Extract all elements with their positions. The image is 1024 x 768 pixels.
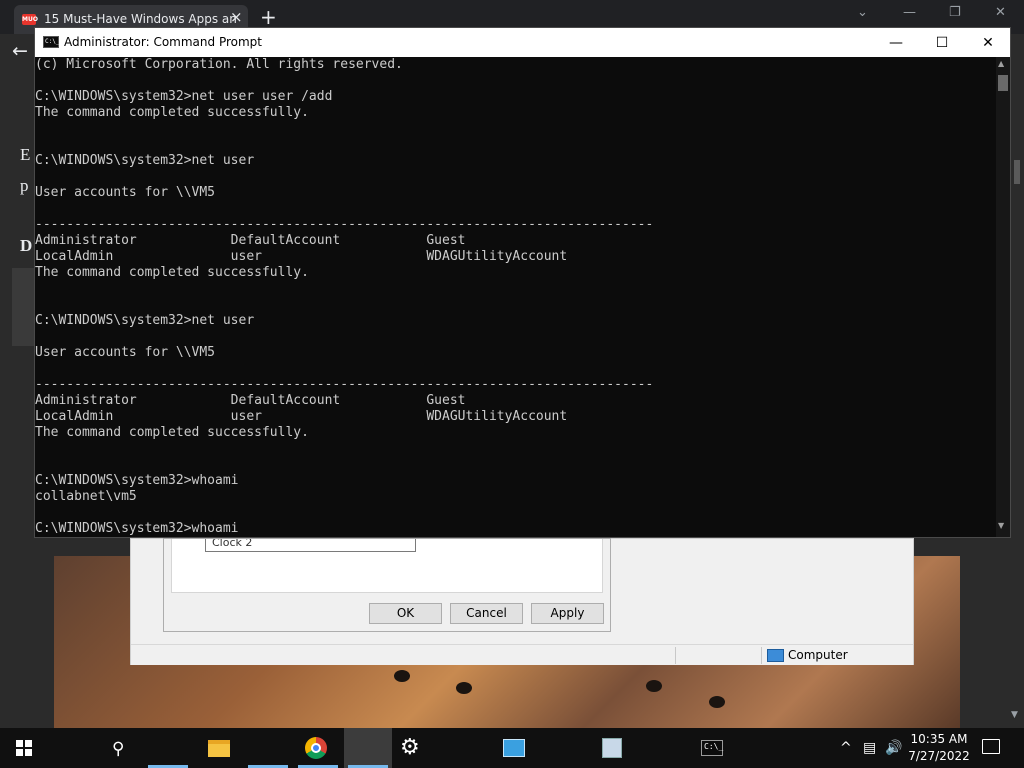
taskbar-date-time-settings[interactable]: [294, 728, 622, 768]
article-heading-fragment: D: [20, 236, 33, 255]
browser-restore-icon[interactable]: ❐: [949, 5, 961, 20]
date-time-settings-icon: [602, 738, 622, 758]
cmd-icon: C:\_: [701, 740, 723, 756]
carousel-prev-button[interactable]: [12, 268, 36, 346]
windows-logo-icon: [16, 740, 32, 756]
status-bar: Computer: [131, 644, 913, 665]
gear-icon: ⚙: [400, 735, 420, 760]
chevron-down-icon[interactable]: ⌄: [857, 5, 868, 20]
console-line: C:\WINDOWS\system32>net user user /add: [35, 89, 333, 104]
console-line: (c) Microsoft Corporation. All rights re…: [35, 57, 403, 72]
console-line: LocalAdmin user WDAGUtilityAccount: [35, 249, 568, 264]
browser-tab-title: 15 Must-Have Windows Apps an: [44, 12, 237, 26]
console-line: C:\WINDOWS\system32>net user: [35, 313, 255, 328]
article-text-fragment: E: [20, 145, 31, 164]
back-arrow-icon[interactable]: ←: [12, 40, 28, 62]
tray-chevron-icon[interactable]: ^: [840, 728, 852, 768]
volume-icon[interactable]: 🔊: [885, 728, 902, 768]
console-line: C:\WINDOWS\system32>net user: [35, 153, 255, 168]
clock-time: 10:35 AM: [910, 732, 968, 746]
clock-settings-dialog: Clock 2 OK Cancel Apply: [163, 538, 611, 632]
console-line: ----------------------------------------…: [35, 377, 654, 392]
console-line: C:\WINDOWS\system32>whoami: [35, 521, 239, 536]
network-icon[interactable]: ▤: [863, 728, 876, 768]
fox-eye: [646, 680, 662, 692]
notification-icon[interactable]: [982, 739, 1000, 754]
status-divider: [761, 647, 762, 664]
browser-close-icon[interactable]: ✕: [995, 5, 1006, 20]
scroll-down-icon[interactable]: ▼: [998, 521, 1004, 530]
fox-eye: [709, 696, 725, 708]
taskbar-file-explorer[interactable]: [96, 728, 230, 768]
console-line: Administrator DefaultAccount Guest: [35, 393, 466, 408]
taskbar: ⚲ ⚙ C:\_ ^ ▤ 🔊 10:35 AM 7/27/2022: [0, 728, 1024, 768]
scroll-down-icon[interactable]: ▼: [1011, 710, 1018, 720]
console-scrollbar-thumb[interactable]: [998, 75, 1008, 91]
close-icon[interactable]: ✕: [965, 32, 1011, 54]
console-line: User accounts for \\VM5: [35, 345, 216, 360]
minimize-icon[interactable]: —: [873, 32, 919, 54]
dialog-group-box: Clock 2: [171, 539, 603, 593]
console-output[interactable]: (c) Microsoft Corporation. All rights re…: [35, 57, 996, 537]
clock-name-field[interactable]: Clock 2: [205, 539, 416, 552]
taskbar-settings[interactable]: ⚙: [192, 728, 420, 768]
fox-eye: [456, 682, 472, 694]
command-prompt-window[interactable]: C:\_ Administrator: Command Prompt — ☐ ✕…: [34, 27, 1011, 538]
control-panel-icon: [503, 739, 525, 757]
ok-button[interactable]: OK: [369, 603, 442, 624]
article-text-fragment: p: [20, 176, 29, 195]
console-line: Administrator DefaultAccount Guest: [35, 233, 466, 248]
console-line: C:\WINDOWS\system32>whoami: [35, 473, 239, 488]
console-line: The command completed successfully.: [35, 425, 309, 440]
new-tab-button[interactable]: +: [260, 5, 277, 29]
maximize-icon[interactable]: ☐: [919, 32, 965, 54]
taskbar-command-prompt[interactable]: C:\_: [344, 728, 723, 768]
console-line: The command completed successfully.: [35, 105, 309, 120]
console-scrollbar[interactable]: ▲ ▼: [996, 57, 1010, 537]
console-line: ----------------------------------------…: [35, 217, 654, 232]
cmd-title-bar[interactable]: C:\_ Administrator: Command Prompt — ☐ ✕: [35, 28, 1010, 57]
site-favicon-icon: MUO: [22, 14, 38, 25]
clock-date: 7/27/2022: [908, 749, 970, 763]
taskbar-clock[interactable]: 10:35 AM 7/27/2022: [906, 731, 972, 765]
start-button[interactable]: [0, 728, 48, 768]
tab-close-icon[interactable]: ×: [230, 8, 243, 26]
cmd-app-icon: C:\_: [43, 36, 59, 48]
status-divider: [675, 647, 676, 664]
search-button[interactable]: ⚲: [48, 728, 124, 768]
cancel-button[interactable]: Cancel: [450, 603, 523, 624]
console-line: collabnet\vm5: [35, 489, 137, 504]
taskbar-chrome[interactable]: [144, 728, 327, 768]
fox-eye: [394, 670, 410, 682]
console-line: User accounts for \\VM5: [35, 185, 216, 200]
page-scrollbar-thumb[interactable]: [1014, 160, 1020, 184]
status-computer-label: Computer: [788, 648, 848, 662]
window-title: Administrator: Command Prompt: [64, 35, 262, 49]
scroll-up-icon[interactable]: ▲: [998, 59, 1004, 68]
console-line: LocalAdmin user WDAGUtilityAccount: [35, 409, 568, 424]
apply-button[interactable]: Apply: [531, 603, 604, 624]
console-line: The command completed successfully.: [35, 265, 309, 280]
computer-icon: [767, 649, 784, 662]
browser-minimize-icon[interactable]: —: [903, 5, 916, 20]
taskbar-control-panel[interactable]: [244, 728, 525, 768]
